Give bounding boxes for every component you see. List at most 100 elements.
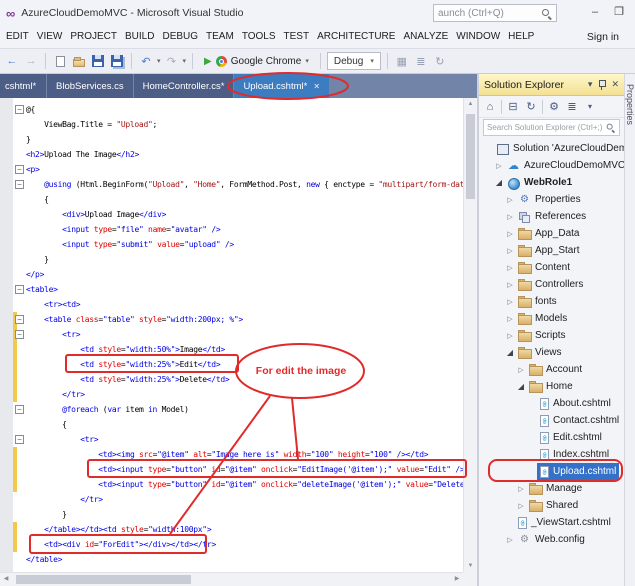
tree-item-web-config[interactable]: ▷ Web.config	[479, 531, 624, 548]
code-line[interactable]: <td style="width:25%">Delete</td>	[26, 372, 463, 387]
save-all-icon[interactable]	[109, 53, 125, 69]
expander-icon[interactable]: ▷	[494, 162, 504, 170]
close-icon[interactable]: ✕	[313, 82, 320, 91]
expander-icon[interactable]: ▷	[516, 502, 526, 510]
code-line[interactable]: </p>	[26, 267, 463, 282]
save-icon[interactable]	[90, 53, 106, 69]
properties-tab[interactable]: Properties	[624, 74, 635, 586]
tree-item-azureclouddemomvc[interactable]: ▷ ☁ AzureCloudDemoMVC	[479, 157, 624, 174]
code-line[interactable]: <td style="width:25%">Edit</td>	[26, 357, 463, 372]
menu-edit[interactable]: EDIT	[2, 26, 33, 48]
tree-item-manage[interactable]: ▷ Manage	[479, 480, 624, 497]
menu-tools[interactable]: TOOLS	[238, 26, 280, 48]
expander-icon[interactable]: ◢	[494, 178, 504, 187]
sign-in-link[interactable]: Sign in	[587, 31, 619, 43]
code-view-icon[interactable]: ≣	[565, 100, 579, 113]
code-line[interactable]: @using (Html.BeginForm("Upload", "Home",…	[26, 177, 463, 192]
tree-item-scripts[interactable]: ▷ Scripts	[479, 327, 624, 344]
tree-item-edit-cshtml[interactable]: Edit.cshtml	[479, 429, 624, 446]
expander-icon[interactable]: ▷	[505, 298, 515, 306]
redo-icon[interactable]: ↷	[164, 53, 180, 69]
code-line[interactable]: {	[26, 417, 463, 432]
expander-icon[interactable]: ▷	[505, 247, 515, 255]
expander-icon[interactable]: ▷	[505, 536, 515, 544]
tree-item-models[interactable]: ▷ Models	[479, 310, 624, 327]
code-line[interactable]: <tr>	[26, 327, 463, 342]
code-line[interactable]: </tr>	[26, 387, 463, 402]
code-line[interactable]: <input type="file" name="avatar" />	[26, 222, 463, 237]
chevron-down-icon[interactable]: ▾	[588, 79, 593, 90]
collapse-all-icon[interactable]: ⊟	[506, 100, 520, 113]
tree-item-fonts[interactable]: ▷ fonts	[479, 293, 624, 310]
code-line[interactable]: @{	[26, 102, 463, 117]
tree-item-upload-cshtml[interactable]: Upload.cshtml	[479, 463, 624, 480]
expander-icon[interactable]: ▷	[516, 485, 526, 493]
minimize-button[interactable]: –	[583, 2, 607, 22]
pin-icon[interactable]	[597, 79, 607, 90]
home-icon[interactable]: ⌂	[483, 101, 497, 113]
menu-team[interactable]: TEAM	[202, 26, 238, 48]
code-line[interactable]: <tr><td>	[26, 297, 463, 312]
code-line[interactable]: @foreach (var item in Model)	[26, 402, 463, 417]
menu-test[interactable]: TEST	[280, 26, 314, 48]
hscroll-thumb[interactable]	[16, 575, 191, 584]
properties-icon[interactable]: ⚙	[547, 100, 561, 113]
tree-item-index-cshtml[interactable]: Index.cshtml	[479, 446, 624, 463]
nav-forward-icon[interactable]: →	[23, 53, 39, 69]
vertical-scrollbar[interactable]: ▲ ▼	[463, 98, 477, 572]
new-file-icon[interactable]	[52, 53, 68, 69]
redo-caret-icon[interactable]: ▾	[183, 57, 187, 65]
menu-build[interactable]: BUILD	[121, 26, 158, 48]
code-line[interactable]: <table class="table" style="width:200px;…	[26, 312, 463, 327]
code-line[interactable]: }	[26, 252, 463, 267]
tree-item-about-cshtml[interactable]: About.cshtml	[479, 395, 624, 412]
tree-item-references[interactable]: ▷ References	[479, 208, 624, 225]
tree-item-shared[interactable]: ▷ Shared	[479, 497, 624, 514]
tree-item-content[interactable]: ▷ Content	[479, 259, 624, 276]
expander-icon[interactable]: ▷	[505, 230, 515, 238]
expander-icon[interactable]: ▷	[505, 196, 515, 204]
tree-item-viewstart-cshtml[interactable]: _ViewStart.cshtml	[479, 514, 624, 531]
code-line[interactable]: <td><div id="ForEdit"></div></td></tr>	[26, 537, 463, 552]
expander-icon[interactable]: ▷	[505, 332, 515, 340]
menu-architecture[interactable]: ARCHITECTURE	[313, 26, 399, 48]
menu-view[interactable]: VIEW	[33, 26, 67, 48]
refresh-icon[interactable]: ↻	[432, 53, 448, 69]
code-line[interactable]: </table></td><td style="width:100px">	[26, 522, 463, 537]
scroll-right-icon[interactable]: ▶	[451, 573, 463, 586]
code-line[interactable]: <tr>	[26, 432, 463, 447]
code-line[interactable]: ViewBag.Title = "Upload";	[26, 117, 463, 132]
code-line[interactable]: <td><input type="button" id="@item" oncl…	[26, 462, 463, 477]
code-line[interactable]: <table>	[26, 282, 463, 297]
code-line[interactable]: }	[26, 507, 463, 522]
code-line[interactable]: <p>	[26, 162, 463, 177]
expander-icon[interactable]: ▷	[505, 213, 515, 221]
tree-item-account[interactable]: ▷ Account	[479, 361, 624, 378]
solution-search-input[interactable]: Search Solution Explorer (Ctrl+;)	[483, 119, 620, 136]
nav-back-icon[interactable]: ←	[4, 53, 20, 69]
tree-item-properties[interactable]: ▷ Properties	[479, 191, 624, 208]
tree-item-solution-azureclouddemomvc-2[interactable]: Solution 'AzureCloudDemoMVC' (2	[479, 140, 624, 157]
expander-icon[interactable]: ▷	[505, 315, 515, 323]
layout-icon[interactable]: ▦	[394, 53, 410, 69]
expander-icon[interactable]: ▷	[505, 264, 515, 272]
tree-item-contact-cshtml[interactable]: Contact.cshtml	[479, 412, 624, 429]
code-line[interactable]: <td style="width:50%">Image</td>	[26, 342, 463, 357]
tree-item-views[interactable]: ◢ Views	[479, 344, 624, 361]
solution-explorer-header[interactable]: Solution Explorer ▾ ✕	[479, 74, 624, 96]
sync-icon[interactable]: ↻	[524, 100, 538, 113]
code-line[interactable]: <div>Upload Image</div>	[26, 207, 463, 222]
tab-cshtml[interactable]: cshtml*	[0, 74, 46, 98]
code-line[interactable]: <input type="submit" value="upload" />	[26, 237, 463, 252]
code-line[interactable]: </tr>	[26, 492, 463, 507]
config-dropdown[interactable]: Debug ▾	[326, 52, 381, 70]
open-file-icon[interactable]	[71, 53, 87, 69]
chevron-down-icon[interactable]: ▾	[583, 102, 597, 111]
expander-icon[interactable]: ▷	[505, 281, 515, 289]
menu-analyze[interactable]: ANALYZE	[399, 26, 452, 48]
quick-launch-search[interactable]: aunch (Ctrl+Q)	[433, 4, 557, 22]
tree-item-controllers[interactable]: ▷ Controllers	[479, 276, 624, 293]
tree-item-home[interactable]: ◢ Home	[479, 378, 624, 395]
list-icon[interactable]: ≣	[413, 53, 429, 69]
expander-icon[interactable]: ◢	[505, 348, 515, 357]
